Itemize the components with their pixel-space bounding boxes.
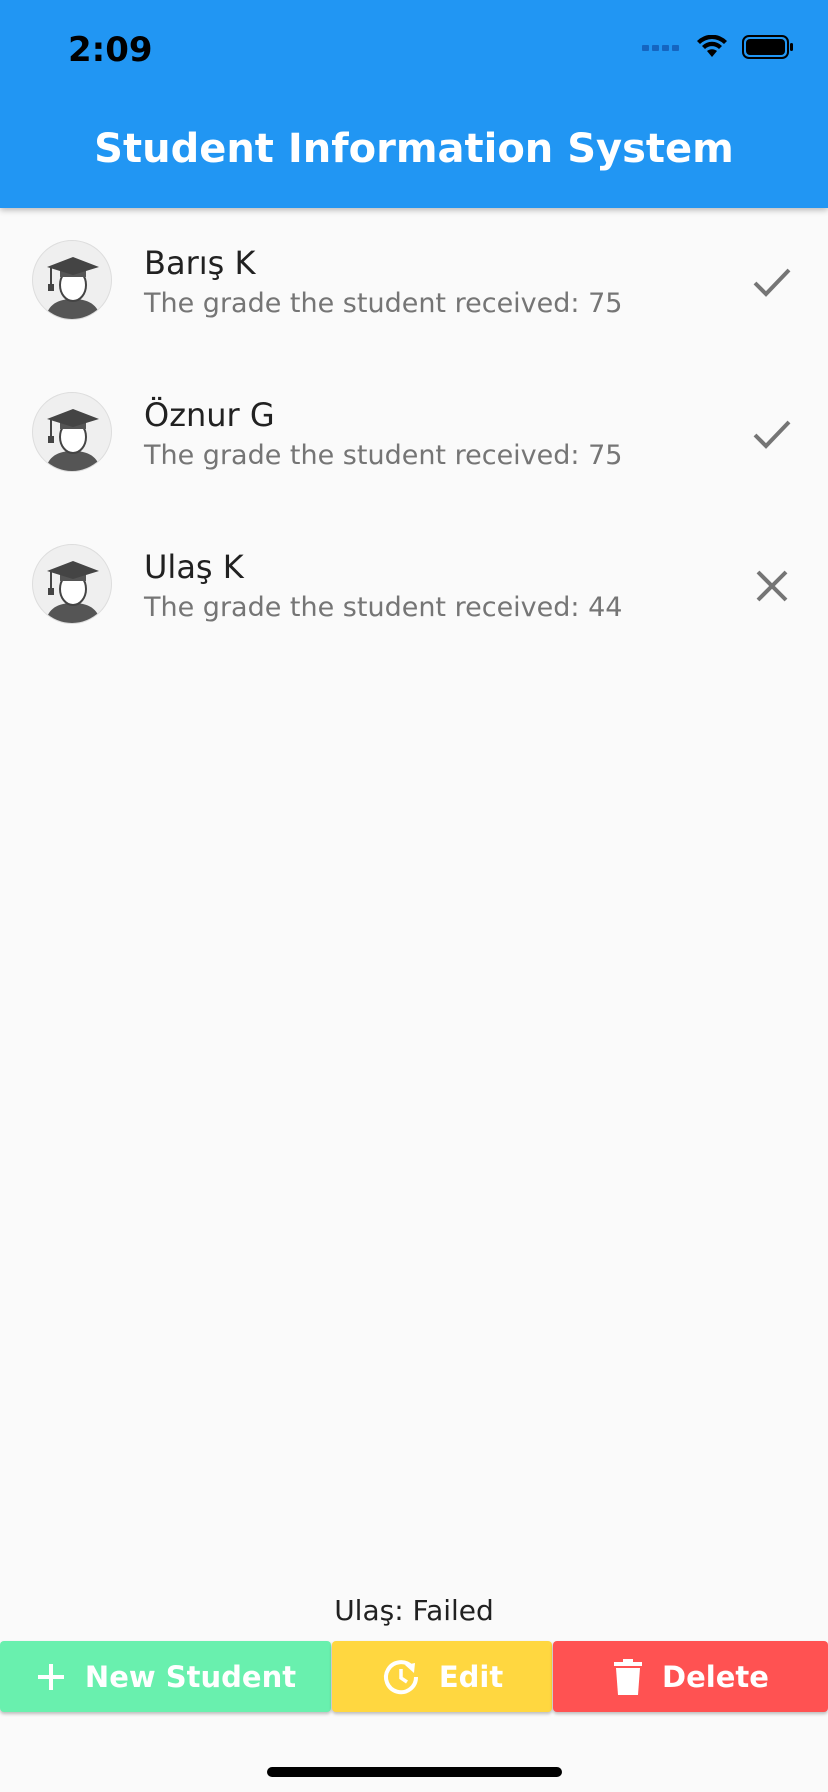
app-bar: 2:09 Student Information System (0, 0, 828, 208)
selected-student-status: Ulaş: Failed (334, 1594, 494, 1627)
student-row-baris[interactable]: Barış K The grade the student received: … (0, 208, 828, 360)
wifi-icon (697, 35, 727, 57)
refresh-icon (383, 1659, 418, 1694)
new-student-label: New Student (84, 1659, 297, 1694)
student-grade: The grade the student received: 75 (144, 440, 623, 471)
new-student-button[interactable]: New Student (0, 1641, 331, 1712)
student-list: Barış K The grade the student received: … (0, 208, 828, 664)
trash-icon (614, 1658, 643, 1695)
graduate-avatar-icon (32, 544, 112, 624)
edit-button[interactable]: Edit (332, 1641, 552, 1712)
student-name: Barış K (144, 244, 256, 282)
battery-icon (742, 35, 793, 59)
graduate-avatar-icon (32, 392, 112, 472)
delete-button[interactable]: Delete (553, 1641, 828, 1712)
page-title: Student Information System (94, 126, 734, 172)
student-grade: The grade the student received: 75 (144, 288, 623, 319)
graduate-avatar-icon (32, 240, 112, 320)
edit-label: Edit (438, 1659, 504, 1694)
plus-icon (37, 1663, 64, 1690)
close-icon (756, 570, 788, 602)
delete-label: Delete (662, 1659, 769, 1694)
student-name: Ulaş K (144, 548, 244, 586)
home-indicator[interactable] (267, 1767, 562, 1777)
student-grade: The grade the student received: 44 (144, 592, 623, 623)
status-time: 2:09 (68, 30, 153, 70)
student-row-ulas[interactable]: Ulaş K The grade the student received: 4… (0, 512, 828, 664)
check-icon (753, 420, 791, 449)
student-name: Öznur G (144, 396, 275, 434)
check-icon (753, 268, 791, 297)
status-icons (642, 34, 794, 60)
student-row-oznur[interactable]: Öznur G The grade the student received: … (0, 360, 828, 512)
cellular-signal-icon (642, 45, 679, 51)
